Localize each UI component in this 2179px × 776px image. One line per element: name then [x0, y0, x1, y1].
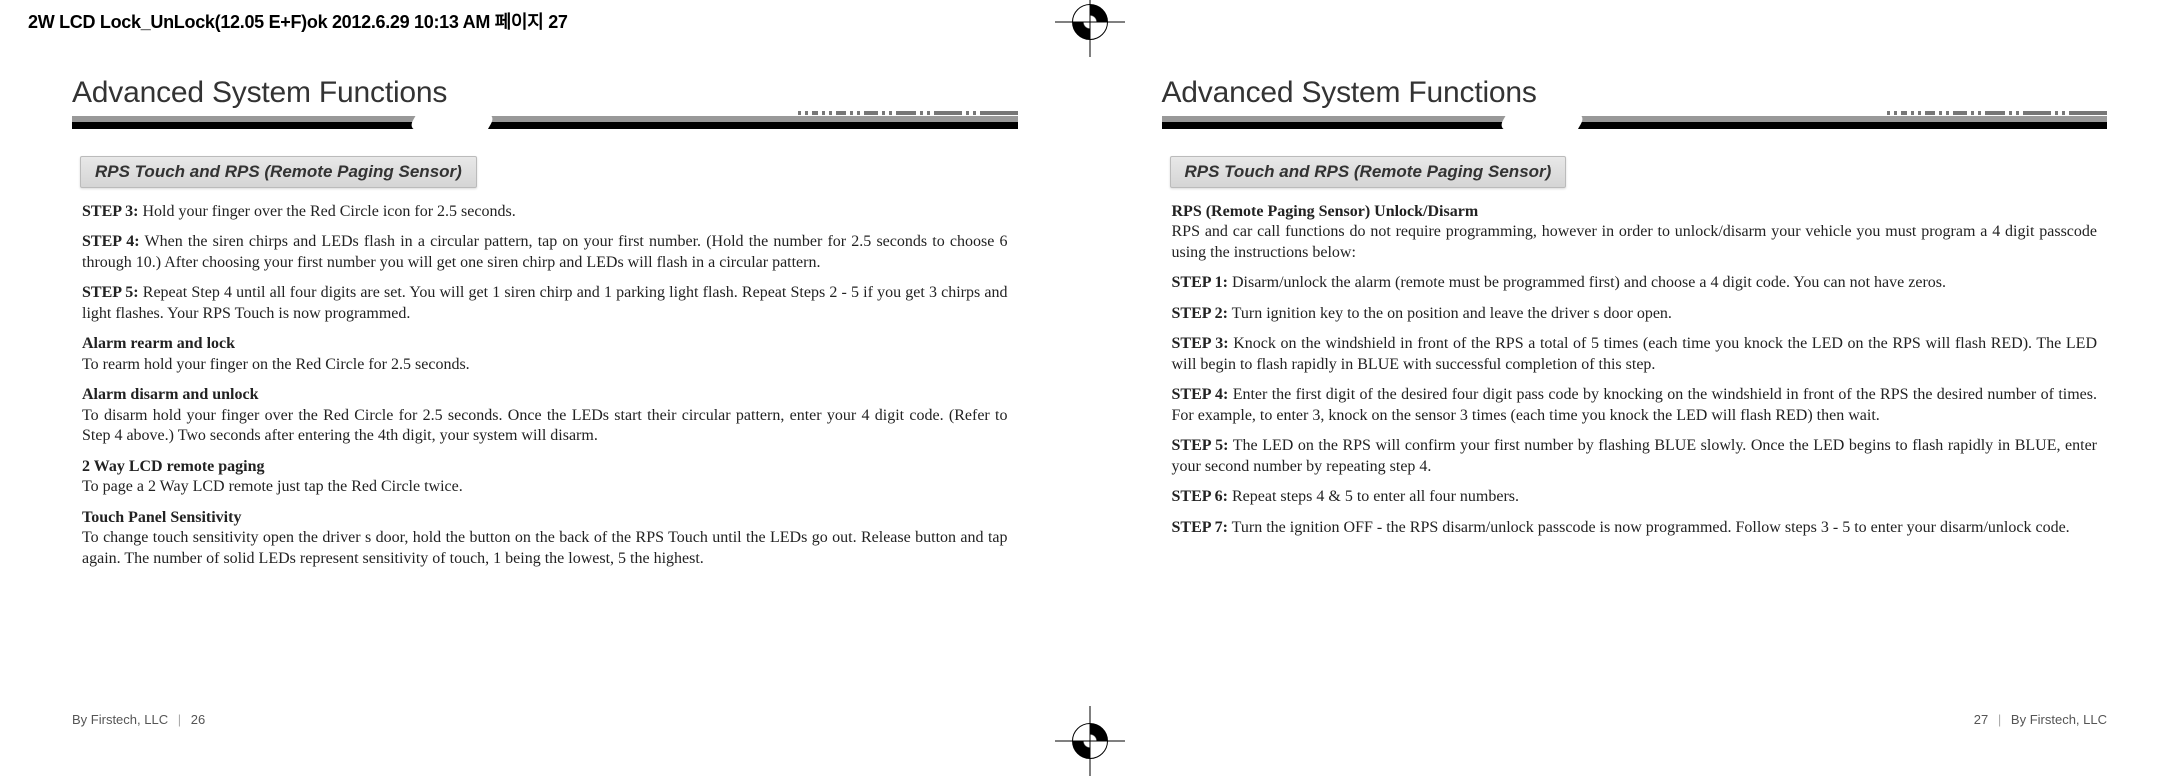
step-text: Turn ignition key to the on position and…	[1228, 305, 1672, 322]
subheading: Alarm disarm and unlock	[82, 385, 1008, 405]
separator-icon: |	[178, 712, 181, 727]
footer-page-number: 27	[1974, 712, 1988, 727]
subheading: Touch Panel Sensitivity	[82, 508, 1008, 528]
page-left: Advanced System Functions RPS Touch and …	[0, 40, 1090, 763]
step-text: The LED on the RPS will confirm your fir…	[1172, 437, 2098, 474]
page-footer: By Firstech, LLC | 26	[72, 712, 205, 727]
step-text: Turn the ignition OFF - the RPS disarm/u…	[1228, 519, 2070, 536]
step-text: Knock on the windshield in front of the …	[1172, 335, 2098, 372]
body-text: STEP 3: Hold your finger over the Red Ci…	[72, 202, 1018, 569]
step-label: STEP 4:	[82, 233, 140, 250]
separator-icon: |	[1998, 712, 2001, 727]
title-rule-decoration	[72, 116, 1018, 130]
subheading: 2 Way LCD remote paging	[82, 457, 1008, 477]
page-footer: 27 | By Firstech, LLC	[1974, 712, 2107, 727]
step-text: Disarm/unlock the alarm (remote must be …	[1228, 274, 1946, 291]
subheading: Alarm rearm and lock	[82, 334, 1008, 354]
page-title: Advanced System Functions	[1162, 76, 2108, 110]
page-spread: Advanced System Functions RPS Touch and …	[0, 0, 2179, 763]
step-text: Repeat Step 4 until all four digits are …	[82, 284, 1008, 321]
step-label: STEP 3:	[82, 203, 138, 220]
step-text: Hold your finger over the Red Circle ico…	[138, 203, 515, 220]
paragraph: To page a 2 Way LCD remote just tap the …	[82, 477, 1008, 497]
print-job-header: 2W LCD Lock_UnLock(12.05 E+F)ok 2012.6.2…	[28, 8, 568, 34]
paragraph: RPS and car call functions do not requir…	[1172, 222, 2098, 263]
section-tab: RPS Touch and RPS (Remote Paging Sensor)	[80, 156, 477, 188]
paragraph: To change touch sensitivity open the dri…	[82, 528, 1008, 569]
step-text: When the siren chirps and LEDs flash in …	[82, 233, 1008, 270]
step-label: STEP 5:	[82, 284, 139, 301]
step-text: Repeat steps 4 & 5 to enter all four num…	[1228, 488, 1519, 505]
subheading: RPS (Remote Paging Sensor) Unlock/Disarm	[1172, 202, 2098, 222]
step-label: STEP 3:	[1172, 335, 1229, 352]
footer-brand: By Firstech, LLC	[72, 712, 168, 727]
step-label: STEP 1:	[1172, 274, 1228, 291]
step-label: STEP 6:	[1172, 488, 1228, 505]
step-label: STEP 7:	[1172, 519, 1228, 536]
step-label: STEP 5:	[1172, 437, 1229, 454]
footer-brand: By Firstech, LLC	[2011, 712, 2107, 727]
page-title: Advanced System Functions	[72, 76, 1018, 110]
paragraph: To rearm hold your finger on the Red Cir…	[82, 355, 1008, 375]
step-text: Enter the first digit of the desired fou…	[1172, 386, 2098, 423]
footer-page-number: 26	[191, 712, 205, 727]
registration-mark-icon	[1072, 4, 1108, 40]
body-text: RPS (Remote Paging Sensor) Unlock/Disarm…	[1162, 202, 2108, 538]
title-rule-decoration	[1162, 116, 2108, 130]
paragraph: To disarm hold your finger over the Red …	[82, 406, 1008, 447]
step-label: STEP 4:	[1172, 386, 1229, 403]
section-tab: RPS Touch and RPS (Remote Paging Sensor)	[1170, 156, 1567, 188]
step-label: STEP 2:	[1172, 305, 1228, 322]
page-right: Advanced System Functions RPS Touch and …	[1090, 40, 2179, 763]
